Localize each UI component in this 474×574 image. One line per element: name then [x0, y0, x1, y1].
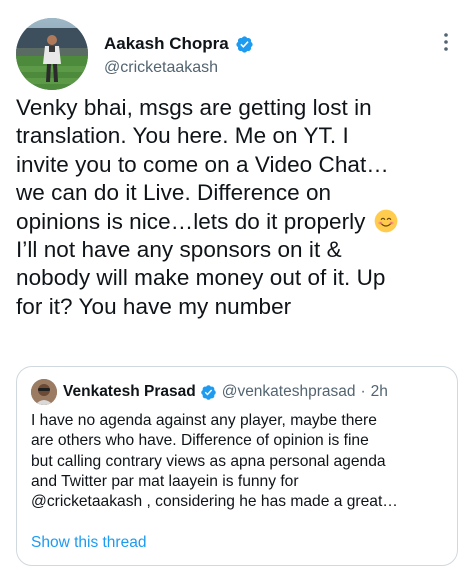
tweet-text: Venky bhai, msgs are getting lost in tra… — [16, 94, 462, 321]
quoted-tweet-line: and Twitter par mat laayein is funny for — [31, 472, 299, 490]
quoted-tweet-time[interactable]: 2h — [371, 383, 388, 401]
tweet-line: nobody will make money out of it. Up — [16, 265, 386, 291]
quoted-tweet-line: @cricketaakash , considering he has made… — [31, 493, 398, 511]
author-handle[interactable]: @cricketaakash — [104, 59, 254, 77]
author-avatar[interactable] — [16, 18, 88, 90]
more-options-icon[interactable] — [434, 30, 458, 54]
quoted-tweet-text: I have no agenda against any player, may… — [31, 411, 447, 512]
tweet-line: translation. You here. Me on YT. I — [16, 123, 349, 149]
quoted-author-avatar[interactable] — [31, 379, 57, 405]
tweet-line: invite you to come on a Video Chat… — [16, 151, 389, 177]
quoted-author-name[interactable]: Venkatesh Prasad — [63, 383, 196, 401]
author-name[interactable]: Aakash Chopra — [104, 34, 229, 54]
tweet-line: I’ll not have any sponsors on it & — [16, 237, 342, 263]
tweet-header: Aakash Chopra @cricketaakash — [16, 18, 458, 90]
verified-badge-icon — [200, 384, 216, 400]
show-thread-link[interactable]: Show this thread — [31, 534, 146, 552]
tweet-line: opinions is nice…lets do it properly — [16, 208, 366, 234]
tweet-line: for it? You have my number — [16, 293, 292, 319]
verified-badge-icon — [236, 35, 253, 53]
quoted-tweet-header: Venkatesh Prasad @venkateshprasad · 2h — [31, 379, 388, 405]
quoted-author-handle[interactable]: @venkateshprasad — [222, 383, 356, 401]
quoted-tweet-line: but calling contrary views as apna perso… — [31, 452, 386, 470]
tweet-line-with-emoji: opinions is nice…lets do it properly — [16, 208, 462, 236]
quoted-tweet-line: are others who have. Difference of opini… — [31, 432, 369, 450]
author-name-row: Aakash Chopra — [104, 34, 254, 54]
quoted-tweet-line: I have no agenda against any player, may… — [31, 412, 377, 429]
smiling-face-emoji-icon — [374, 209, 398, 232]
quoted-tweet-card[interactable]: Venkatesh Prasad @venkateshprasad · 2h I… — [16, 366, 458, 566]
separator-dot: · — [360, 383, 366, 400]
tweet-line: we can do it Live. Difference on — [16, 180, 332, 206]
author-info: Aakash Chopra @cricketaakash — [104, 34, 254, 77]
tweet-line: Venky bhai, msgs are getting lost in — [16, 95, 372, 120]
